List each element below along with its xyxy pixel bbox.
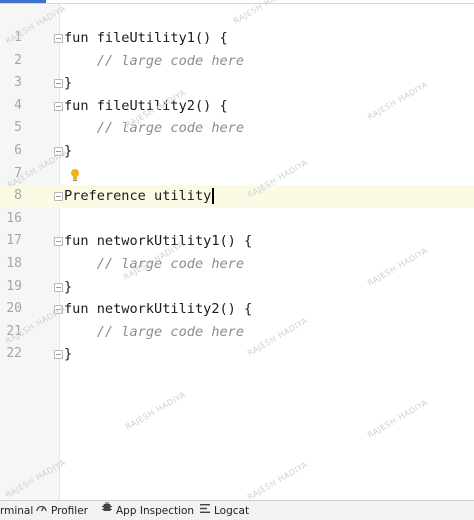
terminal-tab[interactable]: rminal [0,501,33,520]
code-line[interactable]: 22} [0,343,474,366]
line-number[interactable]: 20 [0,298,22,321]
line-number[interactable]: 3 [0,72,22,95]
profiler-icon [36,501,47,520]
logcat-tab[interactable]: Logcat [200,501,249,520]
code-comment[interactable]: // large code here [64,50,244,73]
line-number[interactable]: 8 [0,185,22,208]
code-editor[interactable]: 1 fun fileUtility1() {2 // large code her… [0,0,474,502]
fold-toggle-icon[interactable] [54,237,63,247]
fold-toggle-icon[interactable] [54,305,63,315]
terminal-label: rminal [0,505,34,517]
fold-toggle-icon[interactable] [54,34,63,43]
watermark: RAJESH HADIYA [366,397,430,440]
line-number[interactable]: 21 [0,321,22,344]
code-text[interactable]: } [64,276,72,299]
app-inspection-label: App Inspection [116,505,195,517]
line-number[interactable]: 5 [0,117,22,140]
code-line[interactable]: 19} [0,276,474,299]
text-caret [212,188,214,205]
code-comment[interactable]: // large code here [64,253,244,276]
line-number[interactable]: 7 [0,163,22,186]
code-line[interactable]: 18 // large code here [0,253,474,276]
watermark: RAJESH HADIYA [232,0,296,26]
code-text[interactable]: fun fileUtility2() { [64,95,228,118]
code-line[interactable]: 20 fun networkUtility2() { [0,298,474,321]
fold-toggle-icon[interactable] [54,192,63,202]
code-text[interactable]: Preference utility [64,185,211,208]
code-line[interactable]: 8 Preference utility [0,185,474,208]
app-inspection-tab[interactable]: App Inspection [102,501,194,520]
line-number[interactable]: 6 [0,140,22,163]
code-line[interactable]: 7 [0,163,474,186]
active-tab-indicator[interactable] [0,0,46,3]
code-line[interactable]: 5 // large code here [0,117,474,140]
code-text[interactable]: fun networkUtility1() { [64,230,252,253]
line-number[interactable]: 2 [0,50,22,73]
fold-toggle-icon[interactable] [54,147,63,156]
code-line[interactable]: 21 // large code here [0,321,474,344]
code-line[interactable]: 17 fun networkUtility1() { [0,230,474,253]
intention-bulb-icon[interactable] [70,167,80,181]
watermark: RAJESH HADIYA [124,389,188,432]
code-text[interactable]: } [64,343,72,366]
line-number[interactable]: 22 [0,343,22,366]
code-text[interactable]: } [64,72,72,95]
watermark: RAJESH HADIYA [246,459,310,502]
code-line[interactable]: 3} [0,72,474,95]
fold-toggle-icon[interactable] [54,79,63,89]
profiler-label: Profiler [51,505,88,517]
line-number[interactable]: 1 [0,27,22,50]
logcat-label: Logcat [214,505,250,517]
line-number[interactable]: 4 [0,95,22,118]
code-text[interactable]: } [64,140,72,163]
line-number[interactable]: 16 [0,208,22,231]
line-number[interactable]: 18 [0,253,22,276]
tool-window-bar: rminal Profiler App Inspection Logcat [0,500,474,520]
logcat-icon [200,501,210,520]
code-line[interactable]: 16 [0,208,474,231]
code-line[interactable]: 6} [0,140,474,163]
line-number[interactable]: 19 [0,276,22,299]
code-line[interactable]: 4 fun fileUtility2() { [0,95,474,118]
fold-toggle-icon[interactable] [54,282,63,292]
code-text[interactable]: fun networkUtility2() { [64,298,252,321]
code-text[interactable]: fun fileUtility1() { [64,27,228,50]
profiler-tab[interactable]: Profiler [36,501,88,520]
code-line[interactable]: 1 fun fileUtility1() { [0,27,474,50]
code-comment[interactable]: // large code here [64,117,244,140]
code-line[interactable]: 2 // large code here [0,50,474,73]
code-comment[interactable]: // large code here [64,321,244,344]
fold-toggle-icon[interactable] [54,350,63,360]
line-number[interactable]: 17 [0,230,22,253]
app-inspection-icon [102,501,112,520]
fold-toggle-icon[interactable] [54,101,63,111]
